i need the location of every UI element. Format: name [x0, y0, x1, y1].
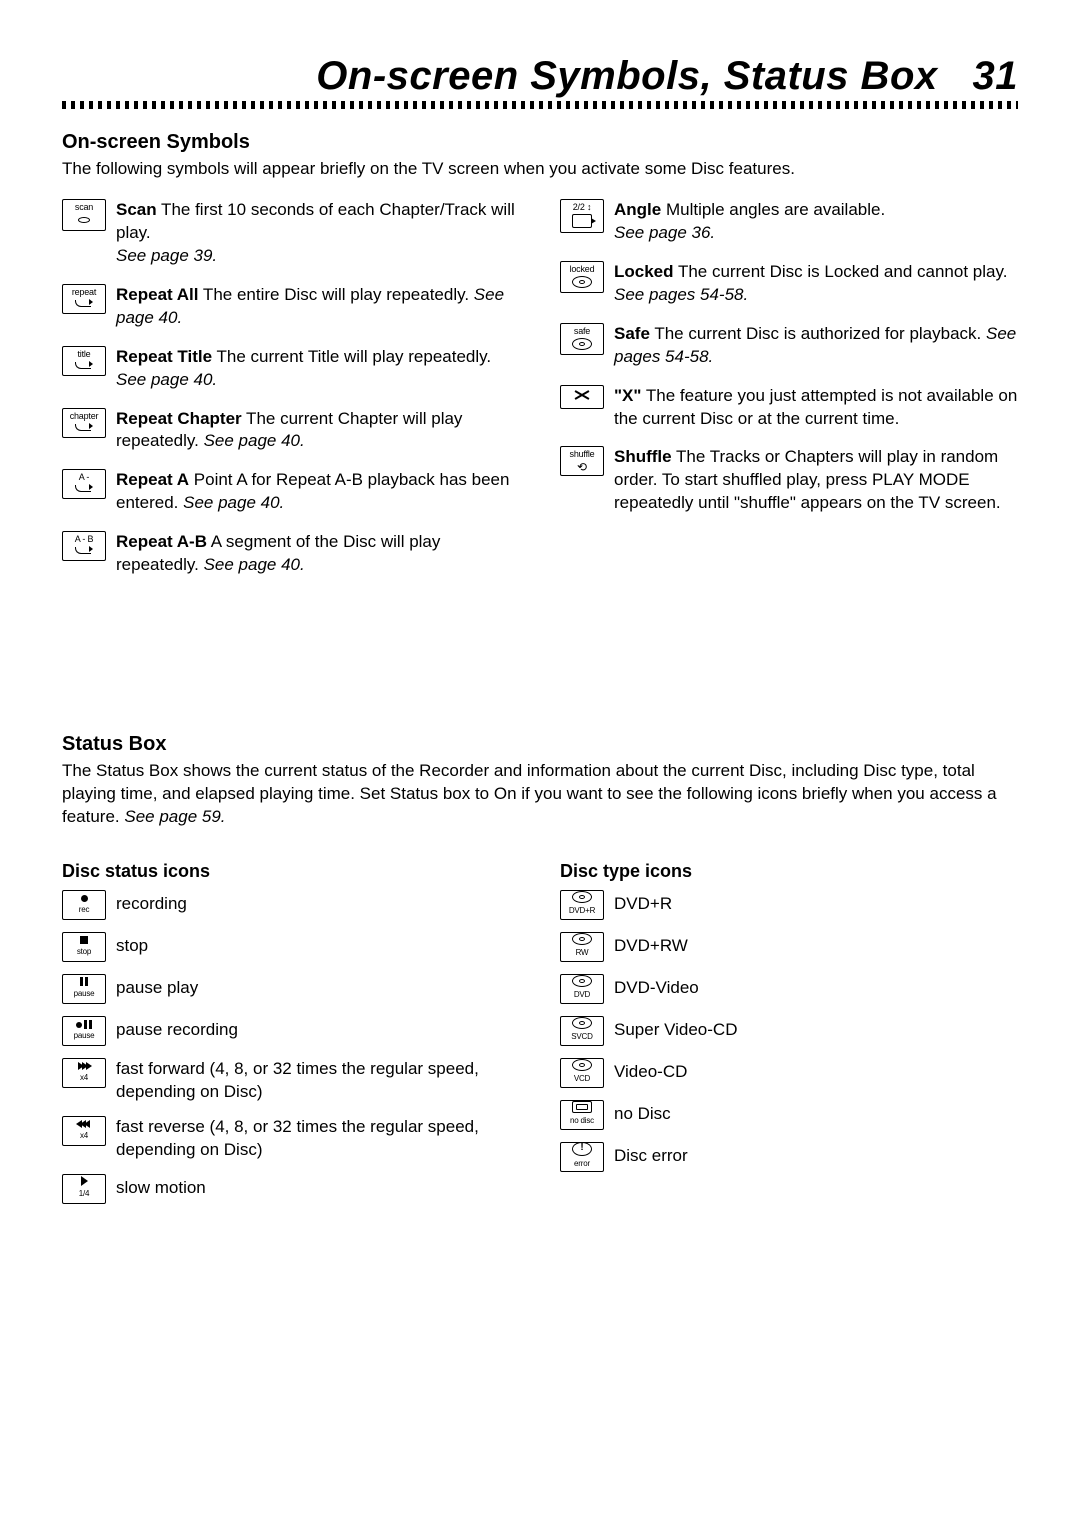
- status-box-columns: Disc status icons rec recording stop: [62, 847, 1018, 1216]
- dotted-rule: [62, 101, 1018, 109]
- onscreen-symbols-heading: On-screen Symbols: [62, 131, 1018, 154]
- locked-icon: locked: [560, 261, 604, 293]
- scan-icon: scan: [62, 199, 106, 231]
- status-recording: rec recording: [62, 890, 520, 920]
- status-fast-forward: x4 fast forward (4, 8, or 32 times the r…: [62, 1058, 520, 1104]
- dvd-plus-rw-icon: RW: [560, 932, 604, 962]
- symbol-repeat-title: title Repeat Title The current Title wil…: [62, 346, 520, 392]
- status-stop: stop stop: [62, 932, 520, 962]
- onscreen-left-col: scan Scan The first 10 seconds of each C…: [62, 199, 520, 593]
- stop-icon: stop: [62, 932, 106, 962]
- type-dvd-plus-r: DVD+R DVD+R: [560, 890, 1018, 920]
- page-title-prefix: On-screen Symbols, Status Box: [316, 54, 937, 98]
- disc-type-list: DVD+R DVD+R RW DVD+RW: [560, 890, 1018, 1172]
- symbol-x: "X" The feature you just attempted is no…: [560, 385, 1018, 431]
- repeat-title-icon: title: [62, 346, 106, 376]
- shuffle-icon: shuffle ⟲: [560, 446, 604, 476]
- recording-icon: rec: [62, 890, 106, 920]
- disc-status-col: Disc status icons rec recording stop: [62, 847, 520, 1216]
- dvd-video-icon: DVD: [560, 974, 604, 1004]
- type-dvd-plus-rw: RW DVD+RW: [560, 932, 1018, 962]
- repeat-a-icon: A -: [62, 469, 106, 499]
- disc-error-icon: error: [560, 1142, 604, 1172]
- fast-forward-icon: x4: [62, 1058, 106, 1088]
- slow-motion-icon: 1/4: [62, 1174, 106, 1204]
- symbol-repeat-ab: A - B Repeat A-B A segment of the Disc w…: [62, 531, 520, 577]
- type-no-disc: no disc no Disc: [560, 1100, 1018, 1130]
- type-vcd: VCD Video-CD: [560, 1058, 1018, 1088]
- pause-play-icon: pause: [62, 974, 106, 1004]
- x-icon: [560, 385, 604, 409]
- onscreen-right-col: 2/2 ↕ Angle Multiple angles are availabl…: [560, 199, 1018, 593]
- status-pause-play: pause pause play: [62, 974, 520, 1004]
- dvd-plus-r-icon: DVD+R: [560, 890, 604, 920]
- angle-icon: 2/2 ↕: [560, 199, 604, 233]
- status-slow-motion: 1/4 slow motion: [62, 1174, 520, 1204]
- symbol-locked: locked Locked The current Disc is Locked…: [560, 261, 1018, 307]
- safe-icon: safe: [560, 323, 604, 355]
- disc-type-heading: Disc type icons: [560, 861, 1018, 882]
- disc-status-list: rec recording stop stop: [62, 890, 520, 1204]
- type-svcd: SVCD Super Video-CD: [560, 1016, 1018, 1046]
- type-disc-error: error Disc error: [560, 1142, 1018, 1172]
- symbol-repeat-chapter: chapter Repeat Chapter The current Chapt…: [62, 408, 520, 454]
- symbol-shuffle: shuffle ⟲ Shuffle The Tracks or Chapters…: [560, 446, 1018, 515]
- symbol-repeat-all: repeat Repeat All The entire Disc will p…: [62, 284, 520, 330]
- status-box-intro: The Status Box shows the current status …: [62, 760, 1018, 829]
- repeat-all-icon: repeat: [62, 284, 106, 314]
- vcd-icon: VCD: [560, 1058, 604, 1088]
- pause-recording-icon: pause: [62, 1016, 106, 1046]
- symbol-safe: safe Safe The current Disc is authorized…: [560, 323, 1018, 369]
- symbol-repeat-a: A - Repeat A Point A for Repeat A-B play…: [62, 469, 520, 515]
- page-number: 31: [973, 54, 1019, 98]
- onscreen-symbols-columns: scan Scan The first 10 seconds of each C…: [62, 199, 1018, 593]
- fast-reverse-icon: x4: [62, 1116, 106, 1146]
- status-box-heading: Status Box: [62, 733, 1018, 756]
- disc-status-heading: Disc status icons: [62, 861, 520, 882]
- svcd-icon: SVCD: [560, 1016, 604, 1046]
- disc-type-col: Disc type icons DVD+R DVD+R RW: [560, 847, 1018, 1216]
- type-dvd-video: DVD DVD-Video: [560, 974, 1018, 1004]
- symbol-angle: 2/2 ↕ Angle Multiple angles are availabl…: [560, 199, 1018, 245]
- no-disc-icon: no disc: [560, 1100, 604, 1130]
- page-title-line: On-screen Symbols, Status Box 31: [62, 54, 1018, 99]
- symbol-scan: scan Scan The first 10 seconds of each C…: [62, 199, 520, 268]
- status-box-section: Status Box The Status Box shows the curr…: [62, 733, 1018, 1216]
- status-fast-reverse: x4 fast reverse (4, 8, or 32 times the r…: [62, 1116, 520, 1162]
- repeat-chapter-icon: chapter: [62, 408, 106, 438]
- onscreen-symbols-intro: The following symbols will appear briefl…: [62, 158, 1018, 181]
- repeat-ab-icon: A - B: [62, 531, 106, 561]
- page: On-screen Symbols, Status Box 31 On-scre…: [0, 0, 1080, 1528]
- status-pause-recording: pause pause recording: [62, 1016, 520, 1046]
